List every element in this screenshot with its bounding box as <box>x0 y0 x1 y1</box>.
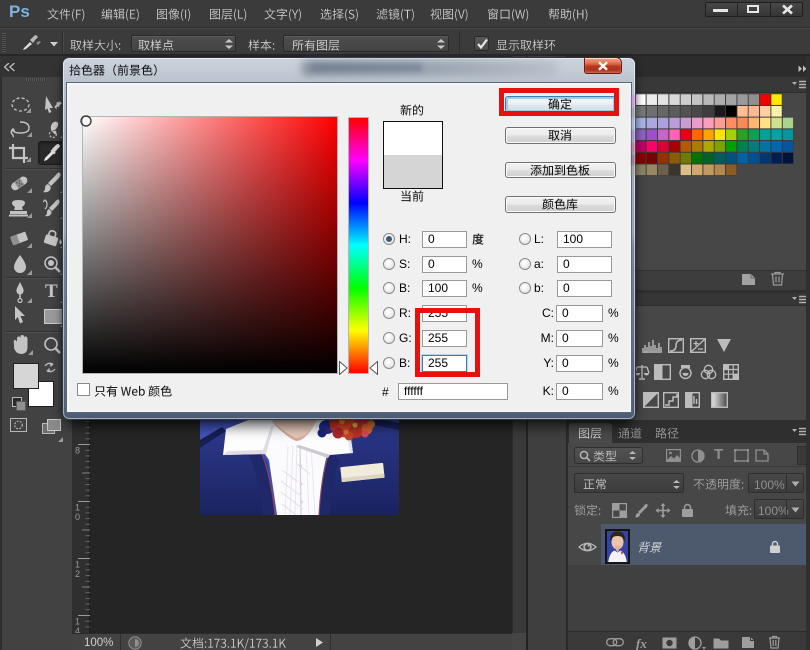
svg-text:8: 8 <box>75 446 80 456</box>
svg-text:2: 2 <box>75 569 80 579</box>
svg-text:1: 1 <box>75 560 80 570</box>
svg-text:1: 1 <box>75 503 80 513</box>
svg-text:1: 1 <box>75 617 80 627</box>
svg-text:0: 0 <box>75 512 80 522</box>
svg-text:4: 4 <box>75 626 80 633</box>
